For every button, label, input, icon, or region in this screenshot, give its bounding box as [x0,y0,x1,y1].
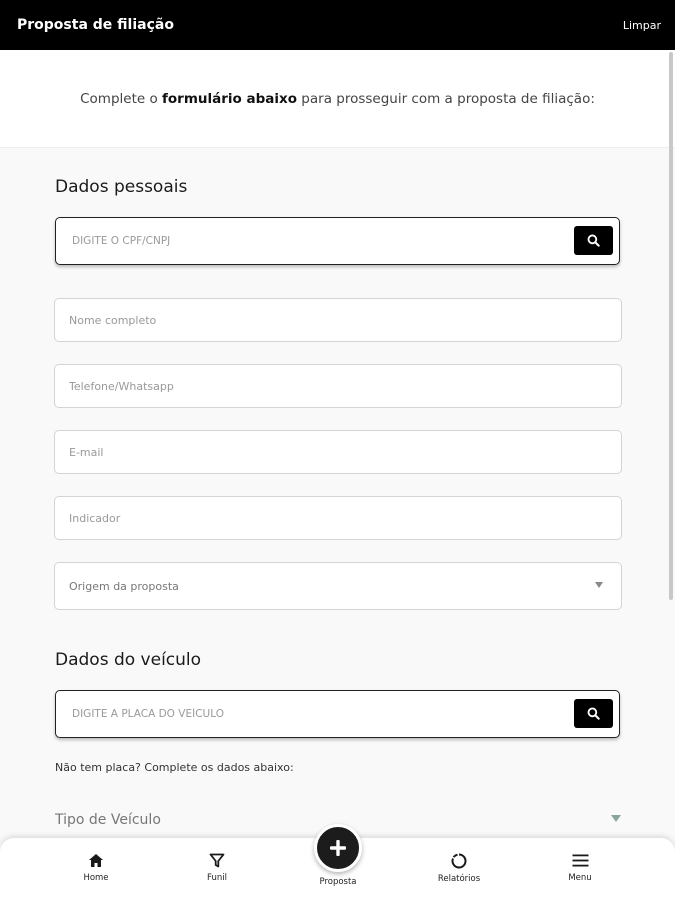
clear-button[interactable]: Limpar [623,19,661,32]
origin-select[interactable]: Origem da proposta [54,562,622,610]
nav-home[interactable]: Home [51,853,141,883]
no-plate-hint: Não tem placa? Complete os dados abaixo: [55,761,294,774]
intro-before: Complete o [80,90,163,107]
intro-after: para prosseguir com a proposta de filiaç… [297,90,595,107]
app-header: Proposta de filiação Limpar [0,0,675,50]
name-field [54,298,622,342]
nav-reports-label: Relatórios [437,874,481,884]
origin-select-label: Origem da proposta [69,579,179,593]
phone-field [54,364,622,408]
new-proposal-button[interactable] [314,824,362,872]
phone-input[interactable] [55,365,621,407]
nav-home-label: Home [83,873,109,883]
nav-proposal-label: Proposta [319,877,357,887]
cpf-search-box [55,217,620,265]
funnel-icon [209,853,225,868]
vehicle-type-label: Tipo de Veículo [55,812,161,828]
nav-menu[interactable]: Menu [535,853,625,883]
email-input[interactable] [55,431,621,473]
intro-bold: formulário abaixo [162,90,298,107]
menu-icon [572,854,588,867]
page-title: Proposta de filiação [17,17,174,33]
home-icon [89,854,103,867]
name-input[interactable] [55,299,621,341]
nav-funnel[interactable]: Funil [172,853,262,883]
caret-down-icon [595,582,603,588]
cpf-input[interactable] [56,218,556,264]
referrer-input[interactable] [55,497,621,539]
email-field [54,430,622,474]
reports-icon [451,853,467,869]
nav-reports[interactable]: Relatórios [414,853,504,884]
search-icon [587,234,600,247]
vehicle-section-title: Dados do veículo [55,650,202,670]
nav-menu-label: Menu [568,873,592,883]
plate-search-box [55,690,620,738]
plate-input[interactable] [56,691,556,737]
referrer-field [54,496,622,540]
personal-section-title: Dados pessoais [55,177,188,197]
search-icon [587,707,600,720]
scrollbar[interactable] [669,52,673,600]
plate-search-button[interactable] [574,699,613,728]
plus-icon [330,840,346,856]
cpf-search-button[interactable] [574,226,613,255]
intro-text: Complete o formulário abaixo para prosse… [0,50,675,148]
caret-down-icon [611,815,621,822]
nav-funnel-label: Funil [207,873,227,883]
